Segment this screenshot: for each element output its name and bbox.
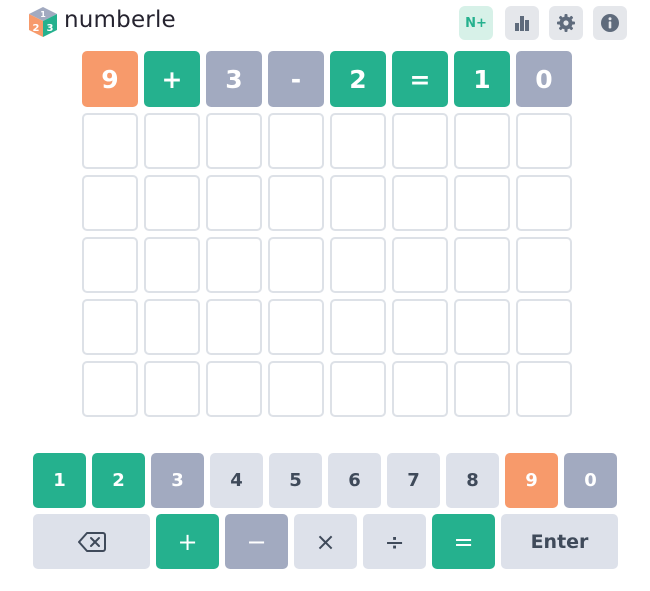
- board-tile: 2: [330, 51, 386, 107]
- board-tile: 3: [206, 51, 262, 107]
- header: 1 2 3 numberle N+: [0, 0, 650, 46]
- board-tile: [268, 113, 324, 169]
- board-tile: [330, 175, 386, 231]
- board-tile: [268, 299, 324, 355]
- board-tile: =: [392, 51, 448, 107]
- board-tile: [206, 113, 262, 169]
- key-6[interactable]: 6: [328, 453, 381, 508]
- stats-icon: [515, 16, 529, 31]
- game-board: 9 +3-2 = 1 0: [82, 51, 572, 423]
- board-tile: [392, 175, 448, 231]
- app-title: numberle: [64, 7, 176, 33]
- keyboard: 1234567890 + − × ÷ = Enter: [33, 453, 621, 575]
- board-tile: [206, 175, 262, 231]
- key-multiply[interactable]: ×: [294, 514, 357, 569]
- info-icon: [601, 14, 619, 32]
- board-tile: 0: [516, 51, 572, 107]
- board-row-5: [82, 299, 572, 355]
- key-2[interactable]: 2: [92, 453, 145, 508]
- board-tile: -: [268, 51, 324, 107]
- key-8[interactable]: 8: [446, 453, 499, 508]
- key-minus[interactable]: −: [225, 514, 288, 569]
- backspace-key[interactable]: [33, 514, 150, 569]
- board-tile: [392, 237, 448, 293]
- logo-cube-icon: 1 2 3: [29, 7, 57, 37]
- board-tile: [330, 361, 386, 417]
- key-divide[interactable]: ÷: [363, 514, 426, 569]
- board-tile: [82, 361, 138, 417]
- key-3[interactable]: 3: [151, 453, 204, 508]
- key-equals[interactable]: =: [432, 514, 495, 569]
- board-tile: [392, 299, 448, 355]
- keyboard-operator-row: + − × ÷ = Enter: [33, 514, 621, 569]
- board-tile: 9: [82, 51, 138, 107]
- board-tile: [454, 299, 510, 355]
- board-tile: [454, 361, 510, 417]
- key-7[interactable]: 7: [387, 453, 440, 508]
- board-tile: [268, 175, 324, 231]
- board-tile: [516, 175, 572, 231]
- numberle-plus-button[interactable]: N+: [459, 6, 493, 40]
- board-tile: [144, 113, 200, 169]
- board-tile: 1: [454, 51, 510, 107]
- key-9[interactable]: 9: [505, 453, 558, 508]
- board-tile: [82, 175, 138, 231]
- board-tile: [206, 299, 262, 355]
- board-tile: [144, 237, 200, 293]
- svg-text:2: 2: [33, 23, 40, 34]
- svg-text:3: 3: [47, 23, 54, 34]
- stats-button[interactable]: [505, 6, 539, 40]
- key-4[interactable]: 4: [210, 453, 263, 508]
- key-5[interactable]: 5: [269, 453, 322, 508]
- board-tile: [268, 237, 324, 293]
- board-tile: [206, 361, 262, 417]
- board-tile: [516, 361, 572, 417]
- board-tile: [82, 299, 138, 355]
- key-1[interactable]: 1: [33, 453, 86, 508]
- board-tile: [516, 113, 572, 169]
- gear-icon: [557, 14, 575, 32]
- board-tile: [144, 361, 200, 417]
- board-tile: [82, 237, 138, 293]
- info-button[interactable]: [593, 6, 627, 40]
- board-row-4: [82, 237, 572, 293]
- board-tile: +: [144, 51, 200, 107]
- svg-text:1: 1: [40, 10, 46, 19]
- board-tile: [392, 113, 448, 169]
- keyboard-digit-row: 1234567890: [33, 453, 621, 508]
- enter-key[interactable]: Enter: [501, 514, 618, 569]
- board-tile: [330, 237, 386, 293]
- board-tile: [206, 237, 262, 293]
- board-row-2: [82, 113, 572, 169]
- board-row-3: [82, 175, 572, 231]
- board-tile: [268, 361, 324, 417]
- board-tile: [516, 237, 572, 293]
- board-tile: [82, 113, 138, 169]
- board-tile: [454, 237, 510, 293]
- board-tile: [330, 299, 386, 355]
- settings-button[interactable]: [549, 6, 583, 40]
- backspace-icon: [77, 531, 106, 552]
- board-row-1: 9 +3-2 = 1 0: [82, 51, 572, 107]
- key-plus[interactable]: +: [156, 514, 219, 569]
- board-tile: [516, 299, 572, 355]
- key-0[interactable]: 0: [564, 453, 617, 508]
- board-tile: [454, 113, 510, 169]
- board-row-6: [82, 361, 572, 417]
- board-tile: [144, 299, 200, 355]
- board-tile: [330, 113, 386, 169]
- board-tile: [144, 175, 200, 231]
- board-tile: [454, 175, 510, 231]
- board-tile: [392, 361, 448, 417]
